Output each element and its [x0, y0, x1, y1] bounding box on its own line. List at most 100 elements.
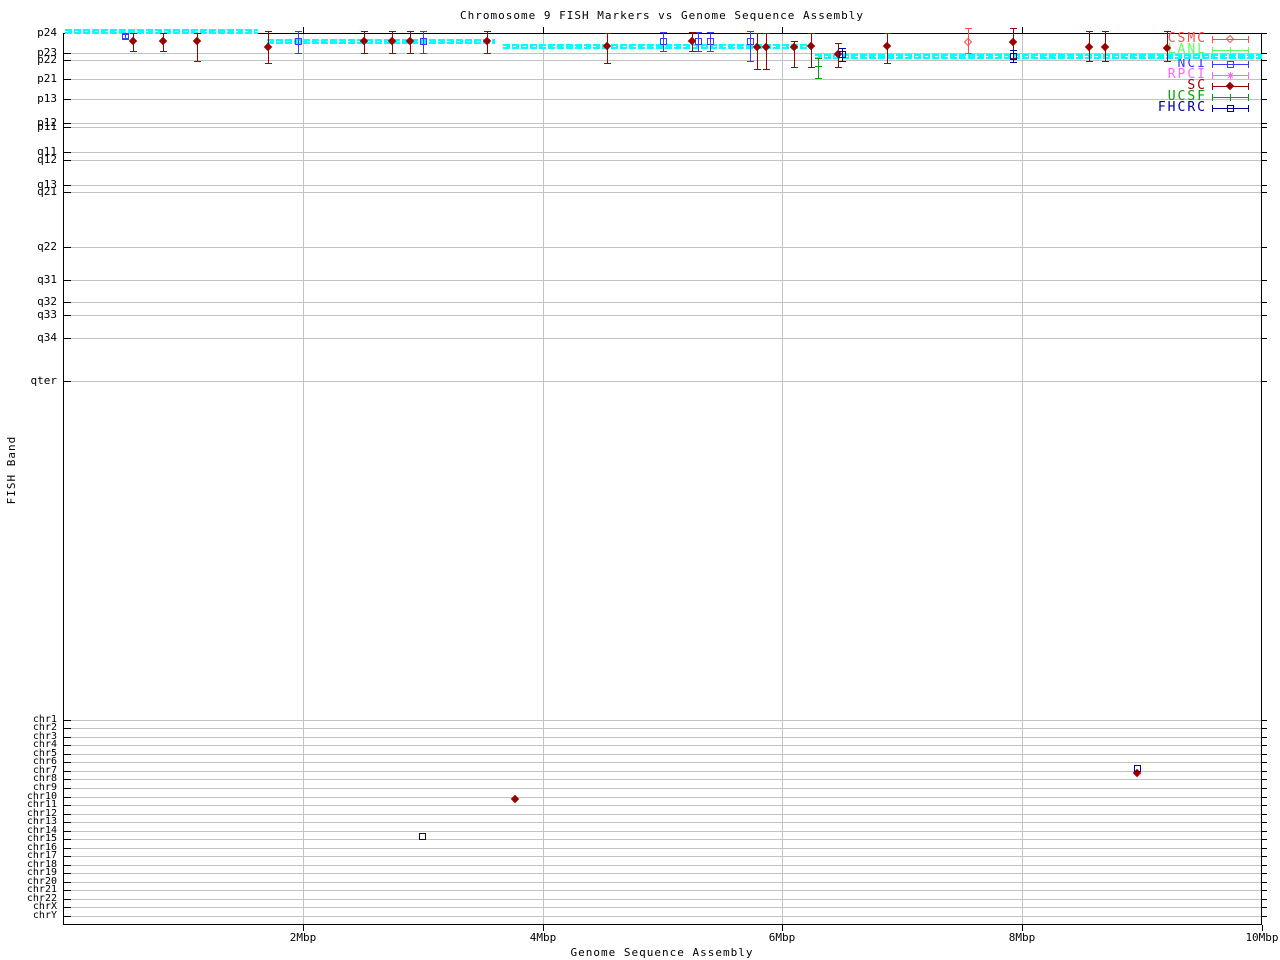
error-bar-cap: [660, 32, 667, 33]
y-tick-label: p11: [37, 120, 57, 133]
error-bar-cap: [194, 61, 201, 62]
error-bar-cap: [763, 69, 770, 70]
error-bar-cap: [763, 33, 770, 34]
error-bar-cap: [835, 67, 842, 68]
y-tick-right: [1262, 33, 1267, 34]
error-bar-cap: [407, 31, 414, 32]
y-tick-right: [1262, 762, 1267, 763]
y-tick-right: [1262, 338, 1267, 339]
error-bar-cap: [695, 51, 702, 52]
error-bar-cap: [1086, 31, 1093, 32]
y-tick-right: [1262, 315, 1267, 316]
error-bar-cap: [791, 67, 798, 68]
error-bar-cap: [835, 43, 842, 44]
y-tick-label: chrY: [32, 910, 57, 921]
plot-border: [63, 33, 1262, 925]
error-bar-cap: [420, 53, 427, 54]
y-tick-right: [1262, 247, 1267, 248]
error-bar-cap: [1102, 61, 1109, 62]
y-tick-right: [1262, 882, 1267, 883]
error-bar-cap: [707, 32, 714, 33]
error-bar-cap: [1164, 31, 1171, 32]
legend-sample-cap: [1212, 83, 1213, 90]
error-bar-cap: [1010, 62, 1017, 63]
error-bar-cap: [295, 53, 302, 54]
y-tick-label: q34: [37, 331, 57, 344]
error-bar-cap: [839, 61, 846, 62]
legend-sample-cap: [1248, 105, 1249, 112]
y-tick-right: [1262, 797, 1267, 798]
error-bar-cap: [1010, 28, 1017, 29]
error-bar-cap: [1086, 61, 1093, 62]
y-tick-right: [1262, 805, 1267, 806]
y-tick-right: [1262, 160, 1267, 161]
y-tick-label: q12: [37, 153, 57, 166]
legend-sample-cap: [1212, 47, 1213, 54]
y-tick-right: [1262, 907, 1267, 908]
plot-area: Chromosome 9 FISH Markers vs Genome Sequ…: [0, 0, 1280, 960]
error-bar-cap: [265, 63, 272, 64]
marker-open-square: [1010, 53, 1017, 60]
error-bar-cap: [1010, 50, 1017, 51]
legend-sample-cap: [1248, 72, 1249, 79]
error-bar-cap: [695, 32, 702, 33]
legend-sample-cap: [1248, 36, 1249, 43]
error-bar-cap: [1102, 31, 1109, 32]
marker-plus-v: [1230, 94, 1231, 101]
legend-sample-cap: [1212, 105, 1213, 112]
error-bar-cap: [815, 58, 822, 59]
marker-open-square: [122, 33, 129, 40]
legend-sample-cap: [1212, 36, 1213, 43]
y-tick-right: [1262, 79, 1267, 80]
error-bar-cap: [884, 63, 891, 64]
marker-open-square: [295, 38, 302, 45]
x-axis-label: Genome Sequence Assembly: [570, 946, 754, 959]
y-tick-right: [1262, 890, 1267, 891]
chart-title: Chromosome 9 FISH Markers vs Genome Sequ…: [460, 9, 864, 22]
error-bar-cap: [884, 33, 891, 34]
error-bar-cap: [389, 53, 396, 54]
y-tick-right: [1262, 848, 1267, 849]
y-tick-right: [1262, 381, 1267, 382]
error-bar-cap: [604, 33, 611, 34]
legend-sample-cap: [1248, 83, 1249, 90]
y-tick-right: [1262, 152, 1267, 153]
y-tick-label: p22: [37, 53, 57, 66]
error-bar-cap: [420, 31, 427, 32]
y-tick-right: [1262, 127, 1267, 128]
y-tick-right: [1262, 839, 1267, 840]
error-bar-cap: [815, 78, 822, 79]
legend-sample-cap: [1212, 61, 1213, 68]
error-bar-cap: [754, 69, 761, 70]
marker-open-square: [747, 38, 754, 45]
x-tick-label: 8Mbp: [1008, 931, 1036, 944]
y-tick-right: [1262, 865, 1267, 866]
y-tick-right: [1262, 873, 1267, 874]
y-tick-right: [1262, 856, 1267, 857]
legend-sample-cap: [1248, 47, 1249, 54]
error-bar-cap: [160, 33, 167, 34]
y-tick-right: [1262, 899, 1267, 900]
error-bar-cap: [361, 53, 368, 54]
y-tick-right: [1262, 192, 1267, 193]
marker-plus-v: [1230, 47, 1231, 54]
y-tick-right: [1262, 771, 1267, 772]
y-tick-right: [1262, 60, 1267, 61]
y-tick-right: [1262, 185, 1267, 186]
error-bar-cap: [160, 51, 167, 52]
y-tick-label: p21: [37, 72, 57, 85]
error-bar-cap: [747, 31, 754, 32]
y-tick-right: [1262, 788, 1267, 789]
y-tick-right: [1262, 779, 1267, 780]
y-tick-right: [1262, 737, 1267, 738]
error-bar-cap: [484, 53, 491, 54]
error-bar-cap: [689, 32, 696, 33]
legend-sample-cap: [1212, 94, 1213, 101]
error-bar-cap: [130, 51, 137, 52]
error-bar-cap: [407, 53, 414, 54]
error-bar-cap: [361, 31, 368, 32]
y-tick-label: q21: [37, 185, 57, 198]
x-tick-label: 10Mbp: [1245, 931, 1279, 944]
error-bar-cap: [707, 51, 714, 52]
error-bar-cap: [1164, 61, 1171, 62]
